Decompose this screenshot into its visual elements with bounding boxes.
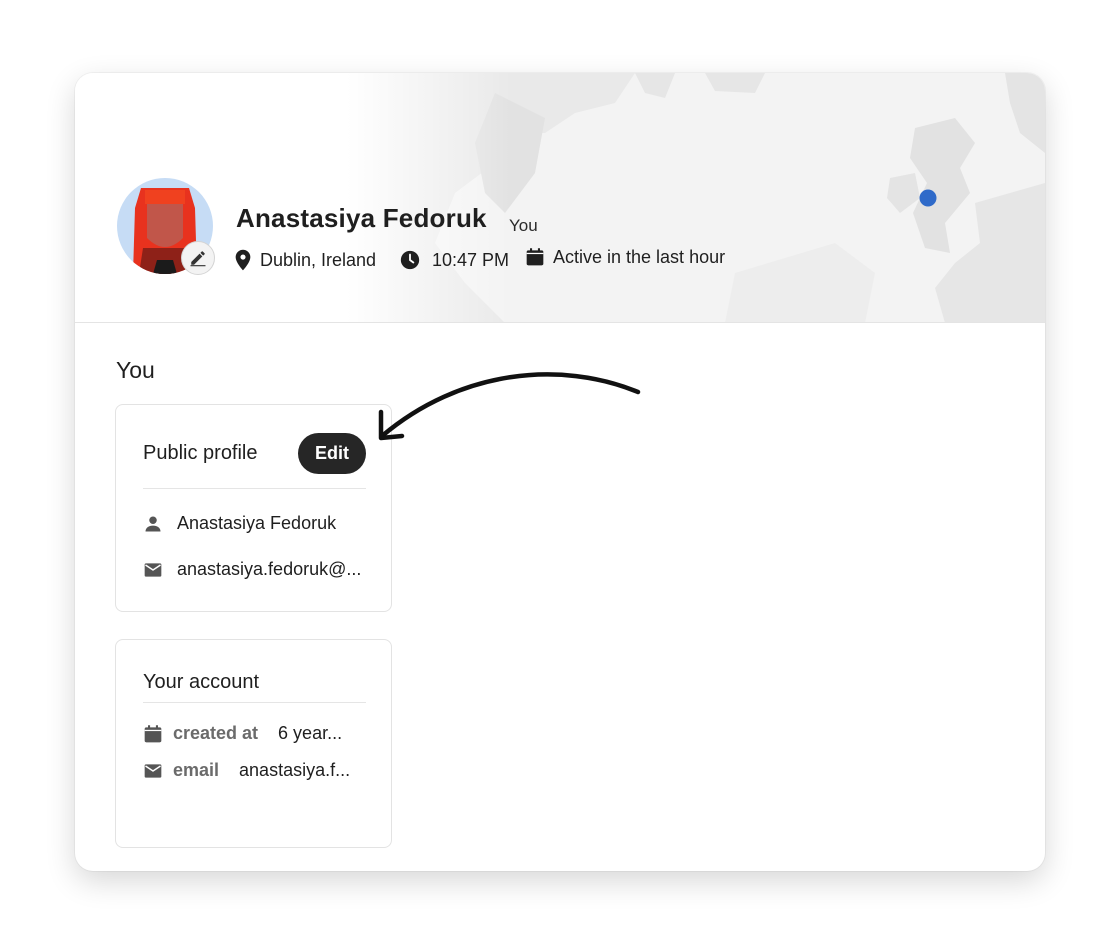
- annotation-arrow: [378, 372, 641, 441]
